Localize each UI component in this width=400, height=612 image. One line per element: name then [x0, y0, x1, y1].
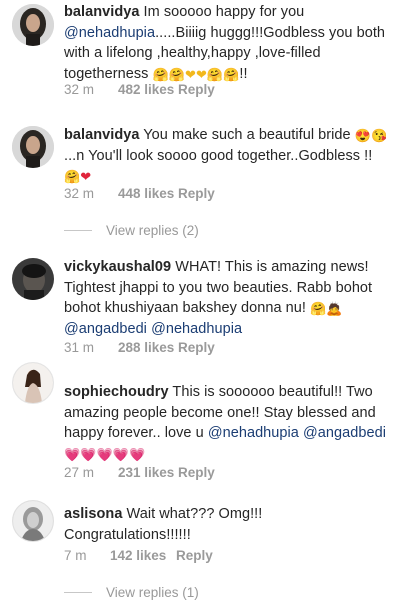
mention-link[interactable]: @angadbedi — [64, 321, 147, 337]
reply-button[interactable]: Reply — [178, 82, 215, 97]
avatar[interactable] — [12, 362, 54, 404]
reply-button[interactable]: Reply — [178, 465, 215, 480]
comment-meta: 31 m 288 likes Reply — [64, 340, 215, 355]
comment-meta: 32 m 448 likes Reply — [64, 186, 215, 201]
mention-link[interactable]: @angadbedi — [303, 425, 386, 441]
emoji-heart-eyes: 😍😘 — [354, 128, 388, 143]
emoji-hug: 🤗🤗❤❤🤗🤗 — [152, 66, 240, 82]
comment-text: vickykaushal09 WHAT! This is amazing new… — [64, 257, 392, 339]
comment-text: balanvidya Im sooooo happy for you @neha… — [64, 2, 392, 84]
comment-text: aslisona Wait what??? Omg!!! Congratulat… — [64, 504, 392, 545]
likes-count[interactable]: 288 likes — [118, 340, 178, 355]
view-replies-button[interactable]: View replies (1) — [64, 585, 199, 600]
avatar[interactable] — [12, 258, 54, 300]
comment-body: You make such a beautiful bride — [143, 127, 351, 143]
comment-username[interactable]: balanvidya — [64, 4, 139, 20]
comment-username[interactable]: vickykaushal09 — [64, 259, 171, 275]
reply-button[interactable]: Reply — [178, 340, 215, 355]
avatar[interactable] — [12, 126, 54, 168]
comment-time: 32 m — [64, 186, 95, 201]
divider-line — [64, 230, 92, 231]
avatar[interactable] — [12, 4, 54, 46]
comment-meta: 7 m 142 likes Reply — [64, 548, 213, 563]
likes-count[interactable]: 482 likes — [118, 82, 178, 97]
comment-text: sophiechoudry This is soooooo beautiful!… — [64, 382, 392, 464]
comment-body: !! — [239, 65, 248, 82]
likes-count[interactable]: 231 likes — [118, 465, 178, 480]
emoji-pink-hearts: 💗💗💗💗💗 — [64, 446, 146, 462]
mention-link[interactable]: @nehadhupia — [208, 425, 299, 441]
likes-count[interactable]: 142 likes — [110, 548, 176, 563]
comment-username[interactable]: sophiechoudry — [64, 384, 169, 400]
view-replies-label: View replies (1) — [106, 585, 199, 600]
reply-button[interactable]: Reply — [178, 186, 215, 201]
comment-body: Im sooooo happy for you — [143, 4, 305, 20]
divider-line — [64, 592, 92, 593]
comment-time: 32 m — [64, 82, 95, 97]
view-replies-button[interactable]: View replies (2) — [64, 223, 199, 238]
comment-username[interactable]: balanvidya — [64, 127, 139, 143]
likes-count[interactable]: 448 likes — [118, 186, 178, 201]
avatar[interactable] — [12, 500, 54, 542]
comment-username[interactable]: aslisona — [64, 506, 122, 522]
reply-button[interactable]: Reply — [176, 548, 213, 563]
comment-text: balanvidya You make such a beautiful bri… — [64, 125, 392, 187]
emoji-hug-heart: 🤗❤ — [64, 169, 92, 184]
comment-time: 27 m — [64, 465, 95, 480]
comment-meta: 27 m 231 likes Reply — [64, 465, 215, 480]
view-replies-label: View replies (2) — [106, 223, 199, 238]
mention-link[interactable]: @nehadhupia — [64, 25, 155, 41]
comment-meta: 32 m 482 likes Reply — [64, 82, 215, 97]
comment-body: ...n You'll look soooo good together..Go… — [64, 147, 373, 164]
mention-link[interactable]: @nehadhupia — [151, 321, 242, 337]
comment-time: 31 m — [64, 340, 95, 355]
comment-time: 7 m — [64, 548, 87, 563]
emoji-hug-bow: 🤗🙇 — [310, 301, 343, 316]
